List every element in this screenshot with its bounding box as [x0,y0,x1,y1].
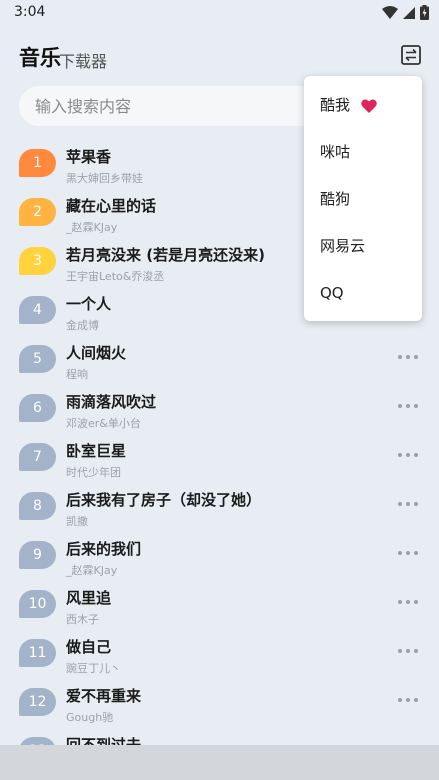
song-title: 后来我有了房子（却没了她） [66,491,262,509]
song-title: 卧室巨星 [66,442,127,460]
song-artist: 程响 [66,368,88,381]
system-nav-bar [0,745,439,780]
menu-item-label: 网易云 [320,237,366,255]
app-title: 音乐 [19,46,61,70]
rank-badge: 11 [19,639,56,667]
song-title: 人间烟火 [66,344,127,362]
menu-item-kugou[interactable]: 酷狗 [304,176,422,223]
song-title: 做自己 [66,638,112,656]
song-row[interactable]: 11 做自己 豌豆丁儿丶 [0,630,439,679]
song-row[interactable]: 8 后来我有了房子（却没了她） 凯撒 [0,483,439,532]
more-options-icon[interactable] [398,450,418,460]
more-options-icon[interactable] [398,499,418,509]
song-row[interactable]: 12 爱不再重来 Gough驰 [0,679,439,728]
rank-badge: 12 [19,688,56,716]
menu-item-label: 酷狗 [320,190,351,208]
menu-item-label: 咪咕 [320,143,351,161]
switch-source-icon[interactable] [400,44,422,66]
rank-badge: 10 [19,590,56,618]
song-artist: 凯撒 [66,515,88,528]
rank-badge: 3 [19,247,56,275]
menu-item-migu[interactable]: 咪咕 [304,129,422,176]
status-time: 3:04 [14,4,46,20]
menu-item-label: QQ [320,284,344,302]
rank-badge: 4 [19,296,56,324]
song-title: 爱不再重来 [66,687,142,705]
song-artist: _赵霖KJay [66,221,118,234]
app-header: 音乐 下载器 [0,40,439,72]
menu-item-kuwo[interactable]: 酷我 [304,82,422,129]
rank-badge: 8 [19,492,56,520]
song-title: 风里追 [66,589,112,607]
song-artist: 豌豆丁儿丶 [66,662,121,675]
rank-badge: 1 [19,149,56,177]
signal-icon [403,6,415,19]
source-dropdown-menu: 酷我 咪咕 酷狗 网易云 QQ [304,76,422,321]
more-options-icon[interactable] [398,401,418,411]
menu-item-qq[interactable]: QQ [304,270,422,317]
song-row[interactable]: 10 风里追 西木子 [0,581,439,630]
rank-badge: 7 [19,443,56,471]
song-title: 若月亮没来 (若是月亮还没来) [66,246,265,264]
song-artist: _赵霖KJay [66,564,118,577]
status-icons [382,5,429,20]
song-title: 后来的我们 [66,540,142,558]
rank-badge: 5 [19,345,56,373]
more-options-icon[interactable] [398,352,418,362]
more-options-icon[interactable] [398,597,418,607]
song-row[interactable]: 5 人间烟火 程响 [0,336,439,385]
song-title: 藏在心里的话 [66,197,157,215]
song-artist: Gough驰 [66,711,114,724]
song-artist: 黑大婶回乡带娃 [66,172,143,185]
menu-item-label: 酷我 [320,96,351,114]
rank-badge: 9 [19,541,56,569]
song-title: 苹果香 [66,148,112,166]
song-title: 一个人 [66,295,112,313]
song-row[interactable]: 7 卧室巨星 时代少年团 [0,434,439,483]
song-row[interactable]: 6 雨滴落风吹过 邓波er&单小台 [0,385,439,434]
battery-icon [420,5,429,20]
song-artist: 邓波er&单小台 [66,417,141,430]
rank-badge: 2 [19,198,56,226]
more-options-icon[interactable] [398,695,418,705]
song-artist: 西木子 [66,613,99,626]
song-artist: 王宇宙Leto&乔浚丞 [66,270,165,283]
song-row[interactable]: 9 后来的我们 _赵霖KJay [0,532,439,581]
more-options-icon[interactable] [398,646,418,656]
status-bar: 3:04 [0,0,439,26]
song-title: 雨滴落风吹过 [66,393,157,411]
song-artist: 时代少年团 [66,466,121,479]
menu-item-netease[interactable]: 网易云 [304,223,422,270]
song-artist: 金成博 [66,319,99,332]
app-screen: 3:04 音乐 下载器 1 [0,0,439,780]
more-options-icon[interactable] [398,548,418,558]
heart-icon [361,98,377,113]
app-subtitle: 下载器 [59,52,108,71]
wifi-icon [382,6,398,19]
rank-badge: 6 [19,394,56,422]
